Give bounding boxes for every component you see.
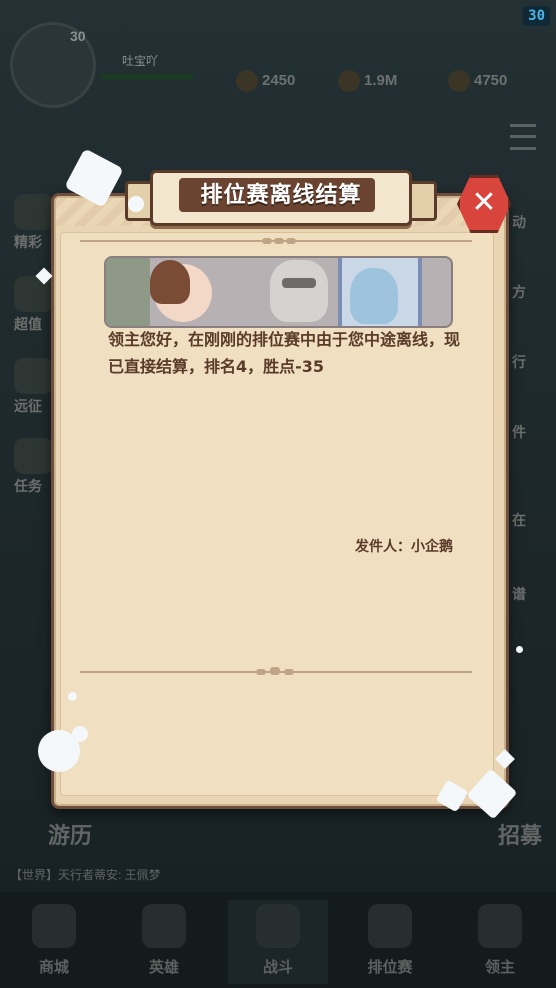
tab-battle[interactable]: 战斗 xyxy=(228,900,328,984)
divider-ornament xyxy=(270,667,280,675)
gold-icon xyxy=(338,70,360,92)
tab-shop[interactable]: 商城 xyxy=(4,900,104,984)
lord-icon xyxy=(478,904,522,948)
side-right-6[interactable]: 谱 xyxy=(512,584,526,604)
resource-gem: 4750 xyxy=(448,70,507,92)
penguin-character xyxy=(350,268,398,324)
girl-hair xyxy=(150,260,190,304)
side-right-4[interactable]: 件 xyxy=(512,422,526,442)
divider-ornament xyxy=(284,669,294,675)
resource-gold: 1.9M xyxy=(338,70,397,92)
divider-ornament xyxy=(256,669,266,675)
side-btn-3[interactable]: 远征 xyxy=(14,358,54,416)
side-right-3[interactable]: 行 xyxy=(512,352,526,372)
side-right-5[interactable]: 在 xyxy=(512,510,526,530)
travel-button[interactable]: 游历 xyxy=(48,818,92,850)
side-btn-4[interactable]: 任务 xyxy=(14,438,54,496)
popup-title: 排位赛离线结算 xyxy=(200,183,362,208)
energy-icon xyxy=(236,70,258,92)
heroes-icon xyxy=(142,904,186,948)
divider-ornament xyxy=(262,238,272,244)
chat-line[interactable]: 【世界】天行者蒂安: 王佩梦 xyxy=(10,866,161,883)
player-name: 吐宝吖 xyxy=(122,54,159,68)
side-right-1[interactable]: 动 xyxy=(512,212,526,232)
shop-icon xyxy=(32,904,76,948)
tab-lord[interactable]: 领主 xyxy=(450,900,550,984)
side-btn-2[interactable]: 超值 xyxy=(14,276,54,334)
mail-message: 领主您好，在刚刚的排位赛中由于您中途离线，现已直接结算，排名4，胜点-35 xyxy=(108,330,461,376)
battle-icon xyxy=(256,904,300,948)
side-right-2[interactable]: 方 xyxy=(512,282,526,302)
resource-energy: 2450 xyxy=(236,70,295,92)
title-banner: 排位赛离线结算 xyxy=(125,170,437,226)
mail-sender: 发件人：小企鹅 xyxy=(355,539,453,555)
mail-illustration xyxy=(104,256,453,328)
xp-bar xyxy=(100,74,194,80)
snow-dot xyxy=(68,692,77,701)
ranked-icon xyxy=(368,904,412,948)
fps-counter: 30 xyxy=(523,6,550,26)
plant-art xyxy=(106,258,150,326)
snow-dot xyxy=(516,646,523,653)
divider-ornament xyxy=(286,238,296,244)
owl-character xyxy=(270,260,328,322)
menu-icon[interactable] xyxy=(510,124,536,150)
recruit-button[interactable]: 招募 xyxy=(498,818,542,850)
snow-dot xyxy=(128,196,144,212)
tab-heroes[interactable]: 英雄 xyxy=(114,900,214,984)
close-icon: ✕ xyxy=(471,185,497,220)
divider-ornament xyxy=(274,238,284,244)
tab-ranked[interactable]: 排位赛 xyxy=(340,900,440,984)
player-level: 30 xyxy=(70,28,86,44)
snow-dot xyxy=(72,726,88,742)
side-btn-1[interactable]: 精彩 xyxy=(14,194,54,252)
owl-eyes xyxy=(282,278,316,288)
gem-icon xyxy=(448,70,470,92)
